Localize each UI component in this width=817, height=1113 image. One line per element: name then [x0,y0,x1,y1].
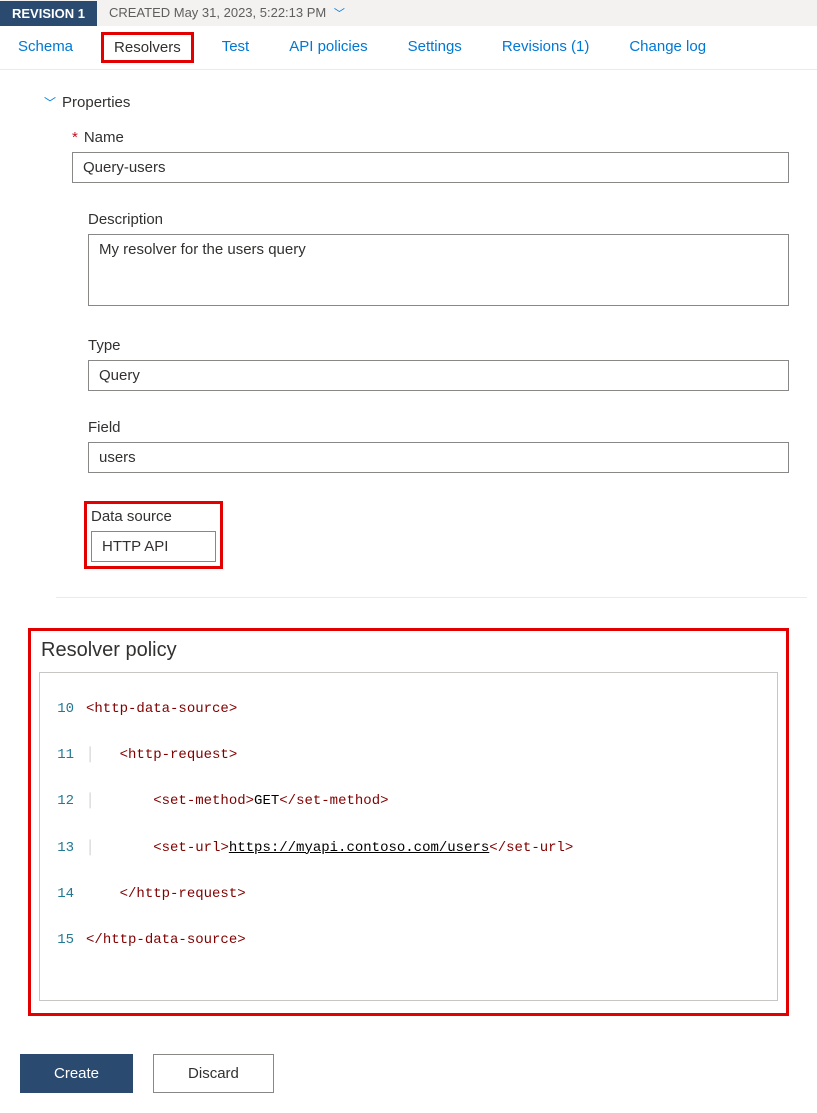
divider [56,597,807,598]
field-description: Description My resolver for the users qu… [88,211,789,309]
tab-test[interactable]: Test [222,38,250,57]
description-label: Description [88,211,163,228]
section-properties-header[interactable]: ﹀ Properties [44,94,789,111]
field-label: Field [88,419,121,436]
create-button[interactable]: Create [20,1054,133,1093]
line-number: 10 [40,698,86,721]
tab-revisions[interactable]: Revisions (1) [502,38,590,57]
policy-code-editor[interactable]: 10<http-data-source> 11│ <http-request> … [39,672,778,1001]
description-input[interactable]: My resolver for the users query [88,234,789,306]
resolver-policy-section: Resolver policy 10<http-data-source> 11│… [28,628,789,1016]
name-input[interactable] [72,152,789,183]
revision-created[interactable]: CREATED May 31, 2023, 5:22:13 PM ﹀ [97,0,357,26]
required-marker: * [72,129,78,146]
tab-settings[interactable]: Settings [408,38,462,57]
tabs-bar: Schema Resolvers Test API policies Setti… [0,26,817,70]
chevron-down-icon[interactable]: ﹀ [334,8,345,20]
main-content: ﹀ Properties * Name Description My resol… [0,70,817,1026]
tab-schema[interactable]: Schema [18,38,73,57]
line-number: 14 [40,883,86,906]
chevron-down-icon: ﹀ [44,94,56,111]
line-number: 15 [40,929,86,952]
name-label: Name [84,129,124,146]
datasource-select[interactable] [91,531,216,562]
type-label: Type [88,337,121,354]
tab-resolvers[interactable]: Resolvers [101,32,194,63]
section-title: Properties [62,94,130,111]
type-select[interactable] [88,360,789,391]
field-select[interactable] [88,442,789,473]
tab-change-log[interactable]: Change log [629,38,706,57]
revision-created-date: May 31, 2023, 5:22:13 PM [174,5,326,20]
tab-api-policies[interactable]: API policies [289,38,367,57]
revision-badge: REVISION 1 [0,1,97,26]
datasource-label: Data source [91,508,172,525]
line-number: 13 [40,837,86,860]
field-datasource: Data source [88,501,789,569]
footer-actions: Create Discard [0,1026,817,1113]
field-name: * Name [72,129,789,183]
line-number: 11 [40,744,86,767]
field-field: Field [88,419,789,473]
revision-bar: REVISION 1 CREATED May 31, 2023, 5:22:13… [0,0,817,26]
line-number: 12 [40,790,86,813]
field-type: Type [88,337,789,391]
discard-button[interactable]: Discard [153,1054,274,1093]
revision-created-prefix: CREATED [109,5,170,20]
resolver-policy-title: Resolver policy [41,639,778,662]
